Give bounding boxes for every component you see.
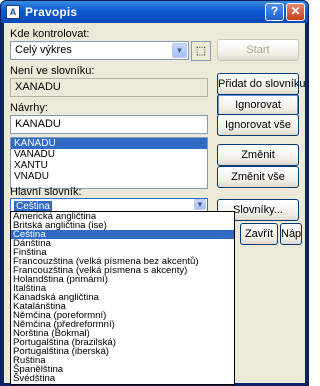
suggestions-label: Návrhy:	[10, 102, 48, 114]
main-dictionary-select[interactable]: Čeština ▼	[10, 198, 208, 212]
pointer-select-icon[interactable]: ⬚	[191, 41, 211, 61]
not-in-dictionary-label: Není ve slovníku:	[10, 65, 95, 77]
close-title-button[interactable]: ✕	[286, 3, 305, 21]
spelling-app-icon: A	[6, 5, 20, 19]
chevron-down-icon[interactable]: ▼	[172, 43, 187, 58]
change-button[interactable]: Změnit	[217, 144, 299, 166]
add-to-dictionary-button[interactable]: Přidat do slovníku	[217, 73, 305, 95]
check-in-select[interactable]: Celý výkres ▼	[10, 41, 189, 60]
main-dictionary-dropdown[interactable]: Americká angličtina Britská angličtina (…	[10, 211, 235, 385]
suggestion-input[interactable]: KANADU	[10, 115, 208, 134]
dialog-body: Kde kontrolovat: Celý výkres ▼ ⬚ Start N…	[4, 23, 305, 385]
help-button[interactable]: Nápověda	[280, 223, 302, 245]
check-in-value: Celý výkres	[15, 44, 72, 56]
chevron-down-icon[interactable]: ▼	[194, 199, 206, 210]
not-in-dictionary-field[interactable]: XANADU	[10, 78, 208, 97]
close-button[interactable]: Zavřít	[240, 223, 278, 245]
window-title: Pravopis	[25, 5, 78, 19]
list-item[interactable]: KANADU	[11, 138, 207, 149]
spelling-dialog: A Pravopis ? ✕ Kde kontrolovat: Celý výk…	[0, 0, 309, 386]
change-all-button[interactable]: Změnit vše	[217, 166, 299, 188]
list-item[interactable]: Švédština	[11, 374, 234, 384]
check-in-label: Kde kontrolovat:	[10, 28, 90, 40]
suggestions-list[interactable]: KANADU VANADU XANTU VNADU	[10, 137, 208, 189]
list-item[interactable]: VANADU	[11, 149, 207, 160]
ignore-all-button[interactable]: Ignorovat vše	[217, 114, 299, 136]
ignore-button[interactable]: Ignorovat	[217, 94, 299, 116]
main-dictionary-label: Hlavní slovník:	[10, 186, 82, 198]
help-title-button[interactable]: ?	[265, 3, 284, 21]
title-bar[interactable]: A Pravopis ? ✕	[1, 1, 308, 23]
list-item[interactable]: VNADU	[11, 171, 207, 182]
list-item[interactable]: XANTU	[11, 160, 207, 171]
start-button[interactable]: Start	[217, 39, 299, 61]
